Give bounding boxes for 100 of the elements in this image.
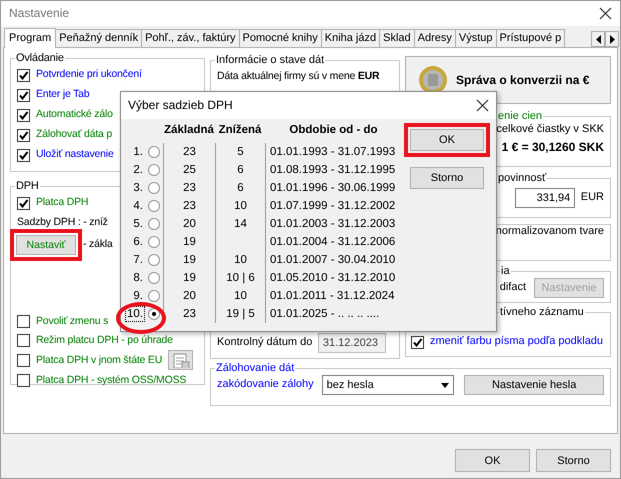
group-title: Informácie o stave dát	[215, 54, 326, 67]
currency-text: Dáta aktuálnej firmy sú v mene EUR	[217, 70, 380, 83]
footer-button[interactable]: Storno	[536, 449, 611, 472]
checkbox-label[interactable]: zmeniť farbu písma podľa podkladu	[430, 335, 604, 349]
radio-button[interactable]	[148, 290, 160, 302]
check-icon	[18, 110, 29, 120]
table-cell: 01.01.2011 - 31.12.2024	[270, 290, 394, 302]
right-arrow-icon	[610, 34, 614, 44]
checkbox[interactable]	[17, 68, 30, 82]
dialog-button[interactable]: Storno	[410, 167, 484, 189]
checkbox-label[interactable]: Povoliť zmenu s	[36, 314, 108, 328]
checkbox-label[interactable]: Enter je Tab	[36, 88, 90, 102]
encoding-dropdown[interactable]: bez hesla	[322, 375, 454, 395]
group-title: Ovládanie	[15, 52, 65, 65]
checkbox[interactable]	[17, 354, 30, 367]
normalized-label: normalizovanom tvare	[496, 225, 604, 239]
group-title: enie cien	[497, 110, 544, 123]
close-icon[interactable]	[599, 7, 612, 20]
table-cell: 19	[183, 272, 196, 284]
table-cell: 01.07.1999 - 31.12.2002	[270, 200, 396, 212]
exchange-rate: 1 € = 30,1260 SKK	[502, 140, 604, 154]
password-settings-button[interactable]: Nastavenie hesla	[464, 375, 604, 395]
row-number: 2.	[132, 163, 144, 178]
radio-button[interactable]	[148, 308, 160, 320]
checkbox-label[interactable]: Automatické zálo	[36, 108, 113, 122]
table-cell: 19	[183, 236, 196, 248]
group-title: DPH	[15, 180, 40, 193]
checkbox-label[interactable]: Platca DPH v jnom štáte EU	[36, 354, 162, 367]
tab[interactable]: Program	[4, 28, 56, 48]
group-title: povinnosť	[497, 172, 548, 185]
column-header: Základná	[164, 124, 214, 136]
settings-button[interactable]	[168, 350, 194, 370]
document-icon	[171, 352, 190, 368]
table-cell: 14	[234, 218, 247, 230]
checkbox[interactable]	[17, 314, 30, 328]
check-icon	[18, 70, 29, 80]
edifact-label: difact	[500, 281, 526, 295]
table-cell: 01.08.1993 - 31.12.1995	[270, 164, 396, 176]
table-cell: 6	[237, 182, 244, 194]
checkbox[interactable]	[17, 374, 30, 387]
table-cell: 20	[183, 218, 196, 230]
set-button[interactable]: Nastaviť	[16, 234, 76, 255]
checkbox[interactable]	[411, 336, 424, 348]
basic-rate-label: - zákla	[83, 238, 113, 252]
table-cell: 23	[183, 182, 196, 194]
checkbox-label[interactable]: Platca DPH - systém OSS/MOSS	[36, 374, 186, 387]
checkbox[interactable]	[17, 128, 30, 142]
radio-button[interactable]	[148, 254, 160, 266]
checkbox[interactable]	[17, 196, 30, 210]
radio-button[interactable]	[148, 182, 160, 194]
table-cell: 10	[234, 200, 247, 212]
close-icon[interactable]	[476, 99, 489, 112]
table-cell: 19	[183, 254, 196, 266]
table-cell: 01.01.2007 - 30.04.2010	[270, 254, 396, 266]
check-icon	[18, 130, 29, 140]
checkbox-label[interactable]: Platca DPH	[36, 196, 88, 210]
checkbox[interactable]	[17, 148, 30, 162]
scroll-right-button[interactable]	[605, 31, 619, 47]
row-number: 9.	[132, 289, 144, 304]
table-cell: 01.01.2003 - 31.12.2003	[270, 218, 396, 230]
checkbox[interactable]	[17, 334, 30, 347]
checkbox-label[interactable]: Zálohovať dáta p	[36, 128, 112, 142]
row-number: 7.	[132, 253, 144, 268]
check-icon	[18, 90, 29, 100]
amount-field[interactable]: 331,94	[515, 188, 576, 208]
dialog-button[interactable]: OK	[410, 129, 484, 151]
conversion-text: celkové čiastky v SKK	[496, 123, 604, 137]
date-label: Kontrolný dátum do	[217, 336, 312, 350]
checkbox-label[interactable]: Uložiť nastavenie	[36, 148, 114, 162]
group-title: ia	[500, 265, 511, 278]
radio-button[interactable]	[148, 200, 160, 212]
checkbox[interactable]	[17, 108, 30, 122]
scroll-left-button[interactable]	[591, 31, 605, 47]
check-icon	[18, 150, 29, 160]
row-number: 5.	[132, 217, 144, 232]
row-number: 8.	[132, 271, 144, 286]
table-cell: 25	[183, 164, 196, 176]
table-cell: 01.05.2010 - 31.12.2010	[270, 272, 396, 284]
table-cell: 01.01.2025 - .. .. .. ....	[270, 308, 380, 320]
footer-button[interactable]: OK	[455, 449, 530, 472]
radio-button[interactable]	[148, 272, 160, 284]
table-cell: 6	[237, 164, 244, 176]
window-title: Nastavenie	[9, 6, 70, 21]
tab[interactable]: Prístupové p	[496, 29, 566, 47]
left-arrow-icon	[596, 34, 600, 44]
table-cell: 23	[183, 308, 196, 320]
row-number: 6.	[132, 235, 144, 250]
group-title: tívneho záznamu	[499, 306, 585, 319]
radio-button[interactable]	[148, 164, 160, 176]
row-number: 3.	[132, 181, 144, 196]
radio-button[interactable]	[148, 218, 160, 230]
row-number: 4.	[132, 199, 144, 214]
checkbox-label[interactable]: Režim platcu DPH - po úhrade	[36, 334, 173, 347]
check-icon	[18, 198, 29, 208]
radio-button[interactable]	[148, 236, 160, 248]
checkbox-label[interactable]: Potvrdenie pri ukončení	[36, 68, 142, 82]
table-cell: 01.01.1996 - 30.06.1999	[270, 182, 396, 194]
radio-button[interactable]	[148, 146, 160, 158]
group-title: Zálohovanie dát	[215, 362, 296, 375]
checkbox[interactable]	[17, 88, 30, 102]
